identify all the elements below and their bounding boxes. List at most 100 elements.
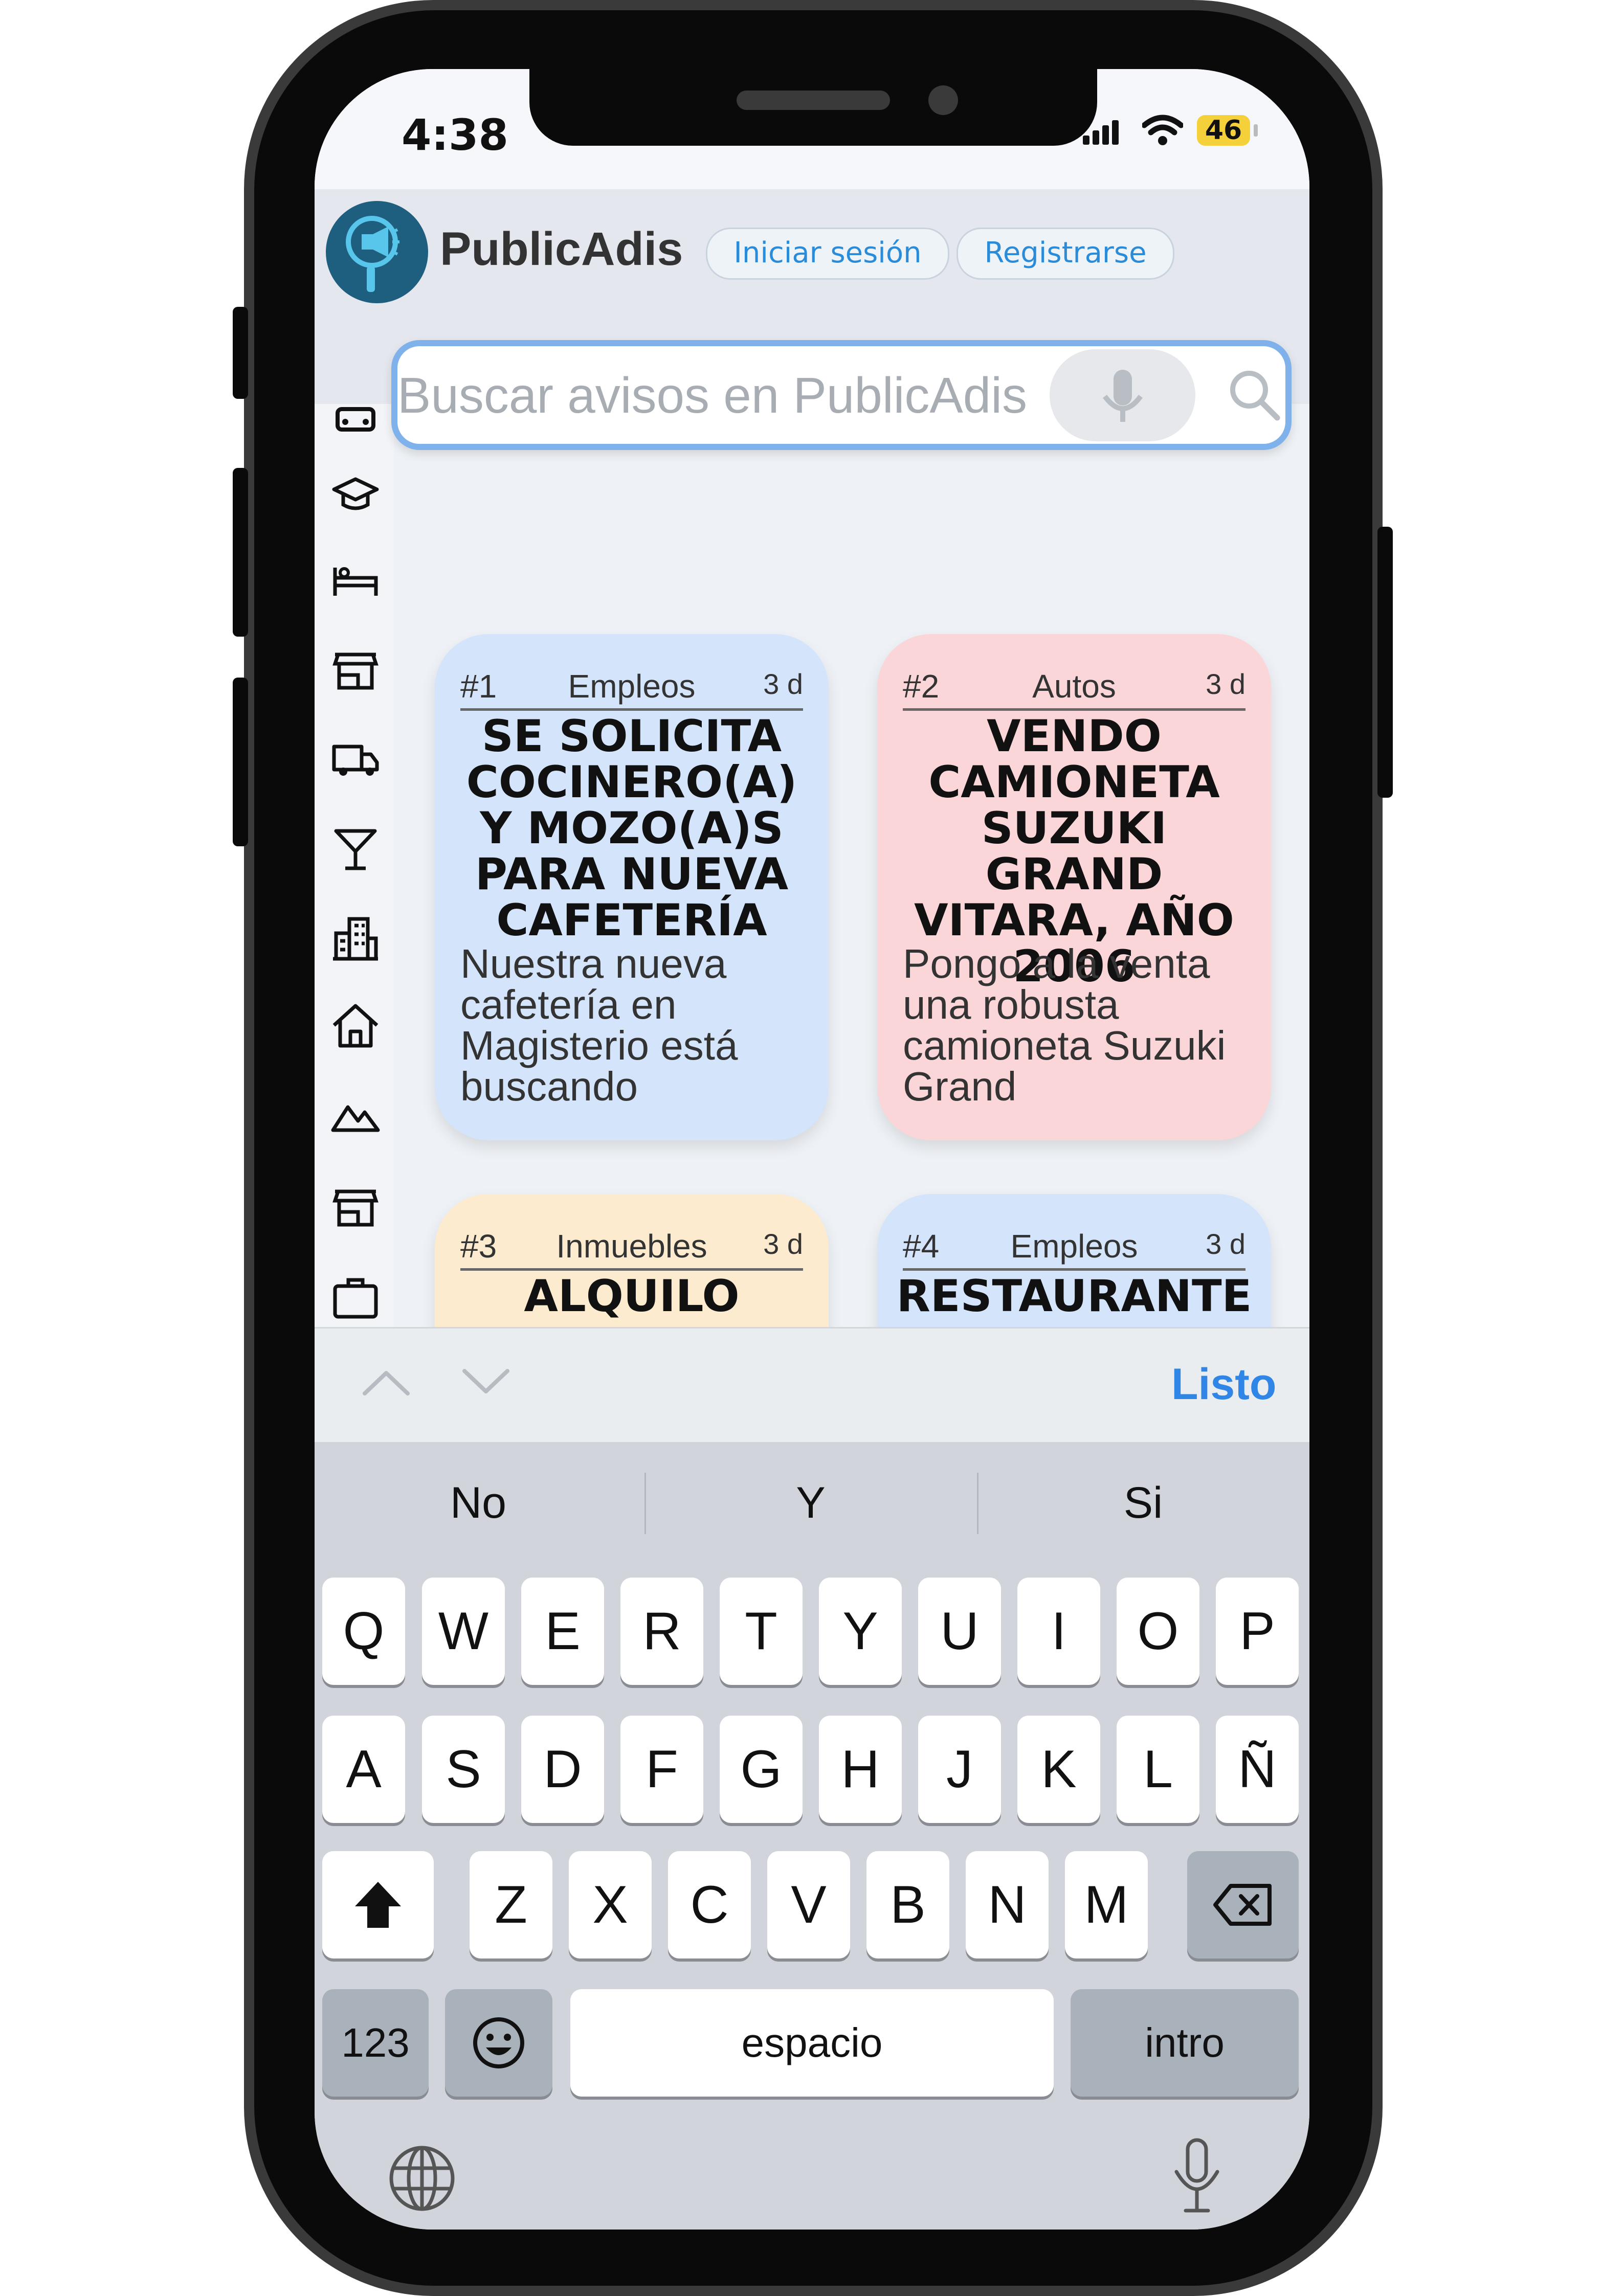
- key-t[interactable]: T: [720, 1578, 803, 1685]
- card-title: ALQUILO: [524, 1271, 740, 1322]
- card-age: 3 d: [763, 668, 803, 700]
- battery-icon: 46: [1197, 115, 1250, 146]
- card-category: Autos: [1032, 668, 1116, 705]
- chevron-down-icon[interactable]: [460, 1367, 511, 1398]
- ad-card[interactable]: #2 Autos 3 d VENDO CAMIONETA SUZUKI GRAN…: [877, 634, 1271, 1140]
- card-header: #3 Inmuebles 3 d: [460, 1222, 803, 1271]
- briefcase-icon[interactable]: [330, 1271, 381, 1322]
- volume-down-button: [233, 678, 248, 846]
- done-button[interactable]: Listo: [1171, 1359, 1276, 1410]
- key-a[interactable]: A: [322, 1716, 405, 1823]
- key-b[interactable]: B: [866, 1851, 949, 1959]
- key-i[interactable]: I: [1017, 1578, 1100, 1685]
- house-icon[interactable]: [330, 1000, 381, 1051]
- front-camera: [928, 85, 958, 115]
- key-k[interactable]: K: [1017, 1716, 1100, 1823]
- shift-arrow-icon: [355, 1882, 401, 1928]
- login-button[interactable]: Iniciar sesión: [706, 228, 949, 280]
- emoji-key[interactable]: [445, 1989, 552, 2097]
- card-category: Inmuebles: [556, 1228, 707, 1265]
- key-m[interactable]: M: [1065, 1851, 1148, 1959]
- key-g[interactable]: G: [720, 1716, 803, 1823]
- megaphone-magnifier-icon: [346, 216, 399, 292]
- backspace-icon: [1213, 1884, 1272, 1926]
- brand-name: PublicAdis: [440, 223, 683, 275]
- card-header: #4 Empleos 3 d: [903, 1222, 1245, 1271]
- key-q[interactable]: Q: [322, 1578, 405, 1685]
- keyboard: No Y Si Q W E R T Y U I O P A S D F G H …: [315, 1442, 1309, 2230]
- cocktail-icon[interactable]: [330, 823, 381, 874]
- card-header: #2 Autos 3 d: [903, 662, 1245, 711]
- space-key[interactable]: espacio: [570, 1989, 1054, 2097]
- search-bar[interactable]: Buscar avisos en PublicAdis: [391, 340, 1292, 450]
- key-r[interactable]: R: [620, 1578, 703, 1685]
- search-placeholder[interactable]: Buscar avisos en PublicAdis: [397, 367, 1042, 424]
- mute-switch: [233, 307, 248, 399]
- car-icon[interactable]: [330, 394, 381, 445]
- key-e[interactable]: E: [521, 1578, 604, 1685]
- key-f[interactable]: F: [620, 1716, 703, 1823]
- bed-icon[interactable]: [330, 555, 381, 606]
- key-o[interactable]: O: [1117, 1578, 1199, 1685]
- return-key[interactable]: intro: [1071, 1989, 1299, 2097]
- phone-screen: 4:38 46 PublicAdis Iniciar sesión Regist…: [315, 69, 1309, 2230]
- globe-icon[interactable]: [386, 2143, 458, 2214]
- card-age: 3 d: [763, 1228, 803, 1260]
- key-n-tilde[interactable]: Ñ: [1216, 1716, 1299, 1823]
- suggestion-3[interactable]: Si: [980, 1478, 1307, 1528]
- suggestion-1[interactable]: No: [315, 1478, 642, 1528]
- card-category: Empleos: [1010, 1228, 1138, 1265]
- ad-card[interactable]: #4 Empleos 3 d RESTAURANTE: [877, 1194, 1271, 1327]
- volume-up-button: [233, 468, 248, 637]
- suggestion-divider: [977, 1473, 978, 1534]
- key-x[interactable]: X: [569, 1851, 652, 1959]
- card-title: RESTAURANTE: [896, 1271, 1252, 1322]
- truck-icon[interactable]: [330, 734, 381, 785]
- card-body: Pongo a la venta una robusta camioneta S…: [903, 941, 1226, 1109]
- key-y[interactable]: Y: [819, 1578, 902, 1685]
- mountain-icon[interactable]: [330, 1089, 381, 1140]
- buildings-icon[interactable]: [330, 913, 381, 964]
- card-title: SE SOLICITA COCINERO(A) Y MOZO(A)S PARA …: [466, 711, 797, 946]
- ad-card[interactable]: #3 Inmuebles 3 d ALQUILO: [435, 1194, 829, 1327]
- ad-card[interactable]: #1 Empleos 3 d SE SOLICITA COCINERO(A) Y…: [435, 634, 829, 1140]
- store-icon[interactable]: [330, 644, 381, 695]
- key-n[interactable]: N: [966, 1851, 1049, 1959]
- store-icon[interactable]: [330, 1181, 381, 1232]
- emoji-icon: [473, 2017, 524, 2068]
- speaker-grille: [737, 91, 890, 110]
- backspace-key[interactable]: [1187, 1851, 1299, 1959]
- key-u[interactable]: U: [918, 1578, 1001, 1685]
- register-button[interactable]: Registrarse: [956, 228, 1174, 280]
- key-v[interactable]: V: [767, 1851, 850, 1959]
- key-p[interactable]: P: [1216, 1578, 1299, 1685]
- shift-key[interactable]: [322, 1851, 434, 1959]
- keyboard-accessory-bar: Listo: [315, 1327, 1309, 1442]
- card-age: 3 d: [1206, 1228, 1245, 1260]
- notch: [529, 69, 1097, 146]
- card-header: #1 Empleos 3 d: [460, 662, 803, 711]
- chevron-up-icon[interactable]: [361, 1367, 412, 1398]
- voice-search-button[interactable]: [1050, 349, 1195, 441]
- card-body: Nuestra nueva cafetería en Magisterio es…: [460, 941, 738, 1109]
- key-z[interactable]: Z: [470, 1851, 552, 1959]
- key-c[interactable]: C: [668, 1851, 751, 1959]
- graduation-cap-icon[interactable]: [330, 468, 381, 519]
- wifi-icon: [1142, 115, 1183, 145]
- key-d[interactable]: D: [521, 1716, 604, 1823]
- clock: 4:38: [402, 110, 508, 160]
- microphone-icon: [1102, 370, 1143, 422]
- dictation-microphone-icon[interactable]: [1166, 2135, 1228, 2217]
- power-button: [1377, 527, 1393, 798]
- battery-tip: [1254, 124, 1258, 137]
- numbers-key[interactable]: 123: [322, 1989, 429, 2097]
- suggestion-2[interactable]: Y: [647, 1478, 974, 1528]
- key-h[interactable]: H: [819, 1716, 902, 1823]
- key-w[interactable]: W: [422, 1578, 505, 1685]
- publicadis-logo[interactable]: [326, 201, 428, 303]
- card-category: Empleos: [568, 668, 696, 705]
- key-l[interactable]: L: [1117, 1716, 1199, 1823]
- search-icon[interactable]: [1226, 367, 1282, 423]
- key-s[interactable]: S: [422, 1716, 505, 1823]
- key-j[interactable]: J: [918, 1716, 1001, 1823]
